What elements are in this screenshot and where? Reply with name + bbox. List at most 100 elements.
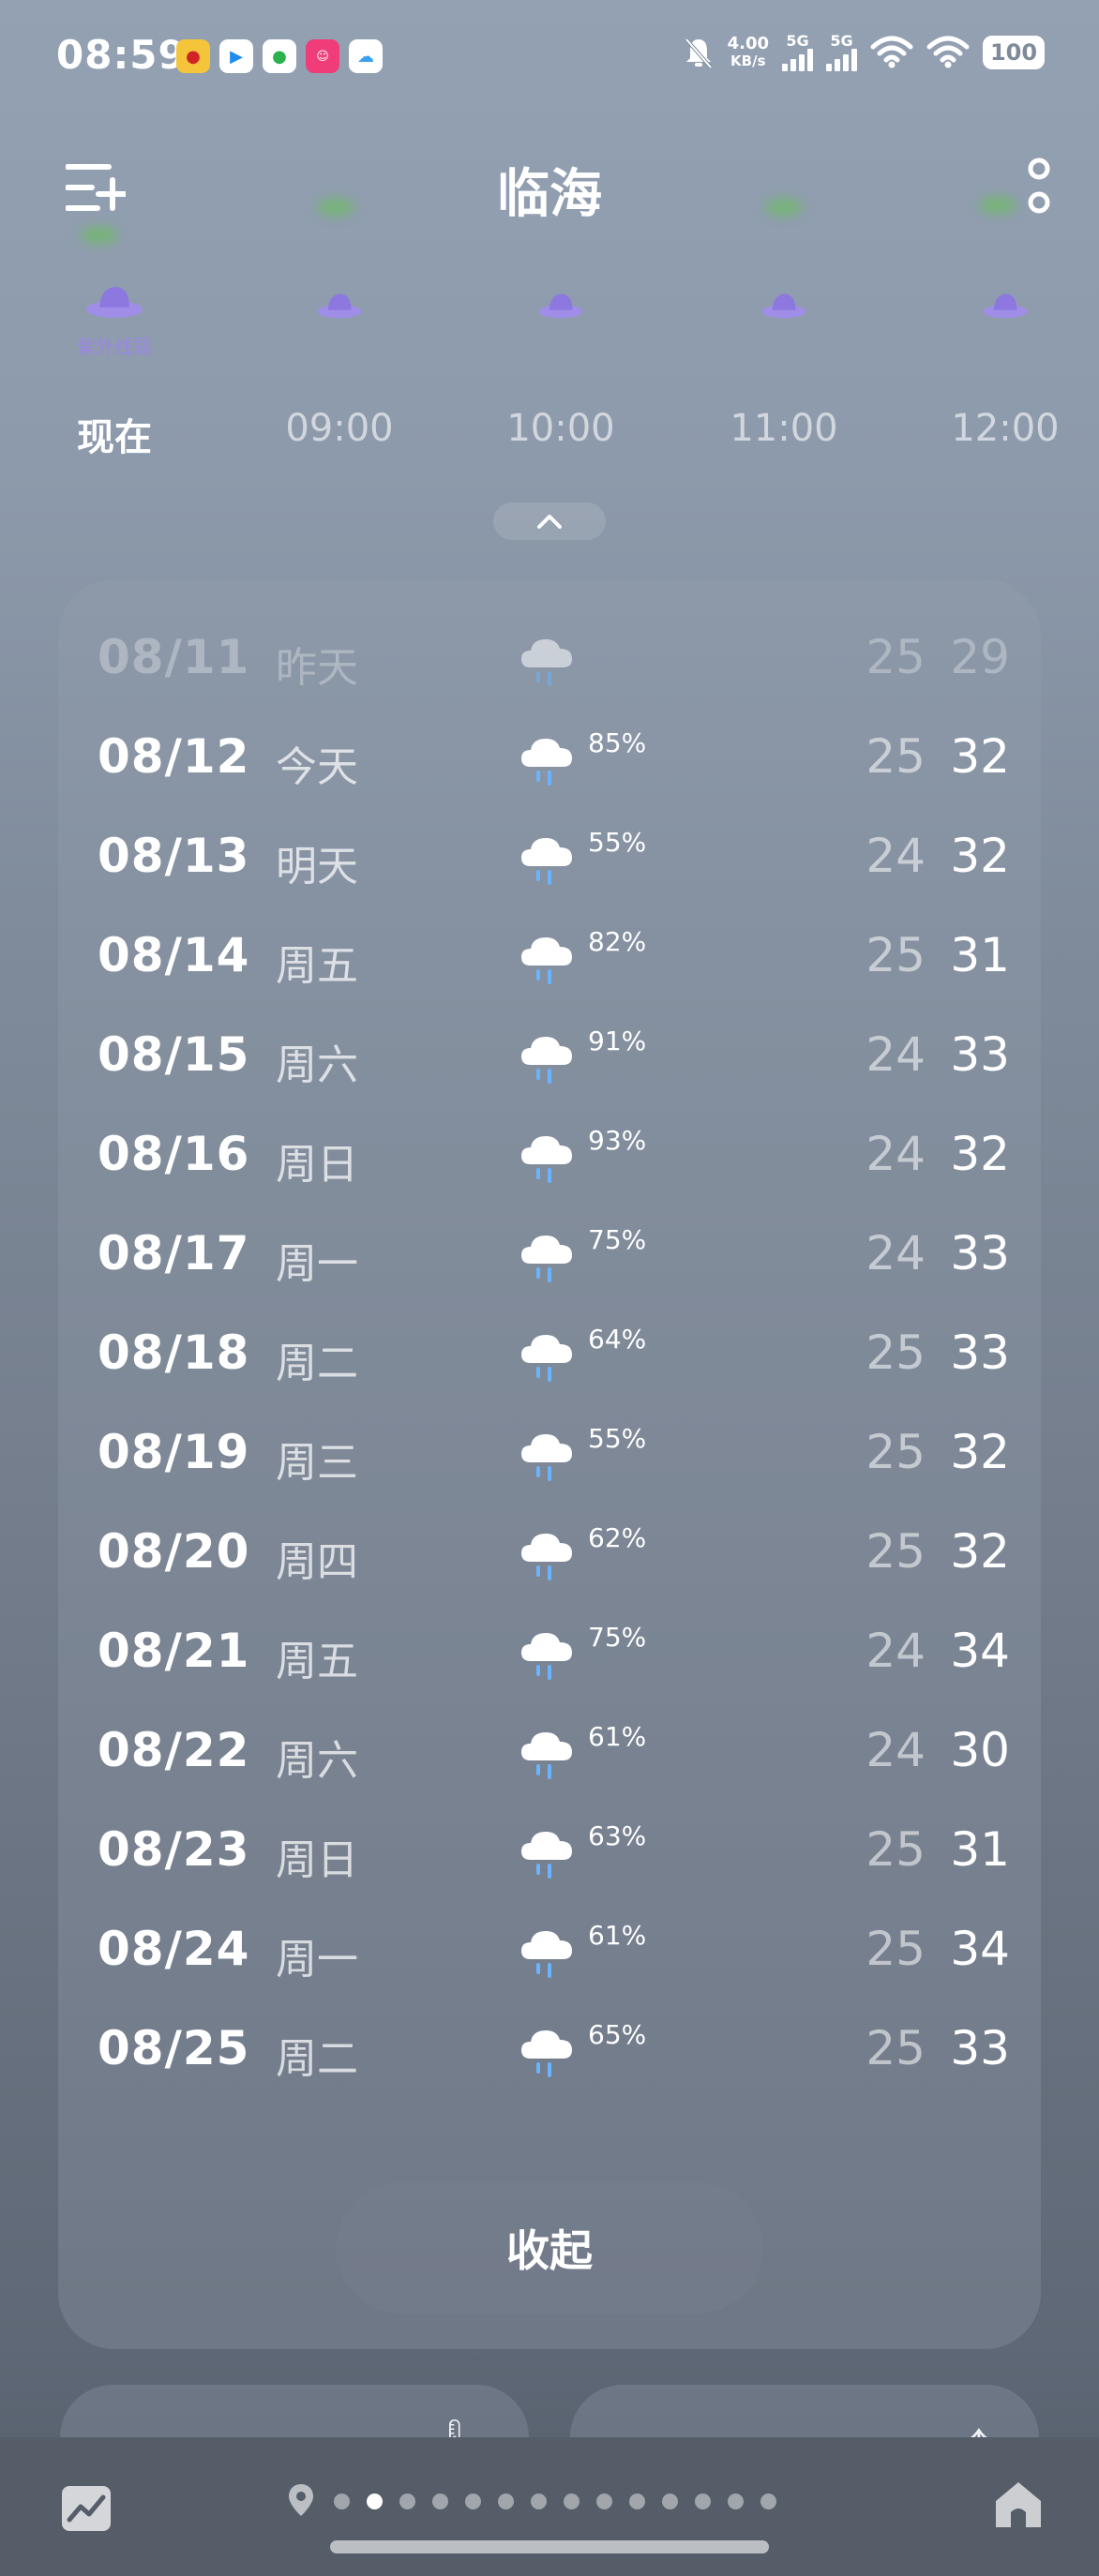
notification-app-icons: ● ▶ ● ☺ ☁ (176, 39, 383, 73)
temp-low: 25 (866, 1822, 926, 1877)
hourly-item (264, 281, 414, 337)
hourly-item (709, 281, 859, 337)
battery-indicator: 100 (983, 36, 1045, 69)
daily-weekday: 周二 (276, 1340, 358, 1387)
daily-weekday: 昨天 (276, 644, 358, 692)
rain-cloud-icon (518, 1526, 578, 1582)
daily-forecast-card: 08/11 昨天 25 29 08/12 今天 85% 25 32 08/13 明天 55% 24 32 0… (58, 579, 1041, 2349)
wechat-icon: ● (263, 39, 296, 73)
rain-cloud-icon (518, 831, 578, 887)
daily-weekday: 周五 (276, 942, 358, 990)
temp-low: 24 (866, 1624, 926, 1678)
daily-row[interactable]: 08/25 周二 65% 25 33 (58, 2000, 1041, 2100)
daily-row[interactable]: 08/16 周日 93% 24 32 (58, 1106, 1041, 1206)
daily-row[interactable]: 08/13 明天 55% 24 32 (58, 808, 1041, 907)
wifi-icon (870, 36, 913, 68)
rain-cloud-icon (518, 1327, 578, 1384)
daily-weekday: 今天 (276, 743, 358, 791)
daily-row[interactable]: 08/18 周二 64% 25 33 (58, 1305, 1041, 1404)
temp-low: 25 (866, 1325, 926, 1380)
app-header: 临海 (0, 141, 1099, 244)
weibo-icon: ● (176, 39, 210, 73)
hourly-forecast[interactable]: 紫外线弱 现在 09:00 10:00 11:00 12:00 (0, 281, 1099, 469)
uv-hat-icon (709, 281, 859, 337)
system-icons: 4.00 KB/s 5G 5G 100 (683, 34, 1045, 71)
temp-high: 34 (950, 1624, 1010, 1678)
daily-date: 08/14 (98, 928, 250, 982)
rain-probability: 75% (588, 1622, 647, 1653)
daily-weekday: 周三 (276, 1439, 358, 1487)
temp-high: 32 (950, 1425, 1010, 1479)
daily-weekday: 周一 (276, 1936, 358, 1984)
daily-row[interactable]: 08/19 周三 55% 25 32 (58, 1404, 1041, 1504)
page-dot[interactable] (531, 2494, 547, 2509)
game-app-icon: ☺ (306, 39, 339, 73)
page-dot[interactable] (760, 2494, 776, 2509)
daily-weekday: 周日 (276, 1836, 358, 1884)
daily-weekday: 周二 (276, 2035, 358, 2083)
collapse-button[interactable]: 收起 (336, 2182, 763, 2314)
page-dot[interactable] (367, 2494, 383, 2509)
temp-low: 24 (866, 1723, 926, 1777)
page-dot[interactable] (596, 2494, 612, 2509)
status-bar: 08:59 ● ▶ ● ☺ ☁ 4.00 KB/s 5G 5G 100 (0, 0, 1099, 112)
page-dot[interactable] (695, 2494, 711, 2509)
page-dot[interactable] (432, 2494, 448, 2509)
rain-probability: 85% (588, 727, 647, 758)
temp-low: 25 (866, 928, 926, 982)
rain-cloud-icon (518, 1924, 578, 1980)
sim1-label: 5G (786, 32, 809, 50)
signal-sim1: 5G (782, 34, 813, 71)
daily-date: 08/22 (98, 1723, 250, 1777)
temp-low: 25 (866, 1425, 926, 1479)
status-time: 08:59 (56, 32, 187, 78)
daily-row[interactable]: 08/23 周日 63% 25 31 (58, 1802, 1041, 1901)
page-dot[interactable] (498, 2494, 514, 2509)
daily-row[interactable]: 08/21 周五 75% 24 34 (58, 1603, 1041, 1702)
collapse-handle[interactable] (493, 502, 606, 540)
temp-low: 25 (866, 630, 926, 684)
daily-row[interactable]: 08/15 周六 91% 24 33 (58, 1007, 1041, 1106)
daily-row[interactable]: 08/17 周一 75% 24 33 (58, 1206, 1041, 1305)
rain-probability: 64% (588, 1324, 647, 1355)
daily-date: 08/15 (98, 1027, 250, 1082)
temp-high: 33 (950, 1027, 1010, 1082)
rain-cloud-icon (518, 1824, 578, 1880)
daily-date: 08/20 (98, 1524, 250, 1579)
temp-low: 25 (866, 2021, 926, 2075)
daily-date: 08/16 (98, 1127, 250, 1181)
page-dot[interactable] (629, 2494, 645, 2509)
page-dot[interactable] (662, 2494, 678, 2509)
temp-high: 33 (950, 2021, 1010, 2075)
daily-date: 08/13 (98, 829, 250, 883)
page-dot[interactable] (728, 2494, 744, 2509)
rain-probability: 82% (588, 926, 647, 957)
hourly-time: 11:00 (730, 407, 838, 450)
daily-date: 08/24 (98, 1922, 250, 1976)
daily-weekday: 周六 (276, 1041, 358, 1089)
bottom-bar (0, 2437, 1099, 2576)
daily-row[interactable]: 08/11 昨天 25 29 (58, 609, 1041, 709)
daily-row[interactable]: 08/22 周六 61% 24 30 (58, 1702, 1041, 1802)
hourly-item: 紫外线弱 (39, 281, 189, 358)
page-dot[interactable] (334, 2494, 350, 2509)
daily-weekday: 周六 (276, 1737, 358, 1785)
daily-date: 08/18 (98, 1325, 250, 1380)
page-dot[interactable] (399, 2494, 415, 2509)
uv-label: 紫外线弱 (77, 336, 152, 358)
daily-row[interactable]: 08/14 周五 82% 25 31 (58, 907, 1041, 1007)
page-dot[interactable] (564, 2494, 580, 2509)
daily-weekday: 明天 (276, 843, 358, 891)
gesture-bar[interactable] (330, 2540, 769, 2554)
daily-row[interactable]: 08/20 周四 62% 25 32 (58, 1504, 1041, 1603)
page-dot[interactable] (465, 2494, 481, 2509)
daily-row[interactable]: 08/24 周一 61% 25 34 (58, 1901, 1041, 2000)
temp-high: 34 (950, 1922, 1010, 1976)
more-options-button[interactable] (1020, 154, 1058, 219)
home-button[interactable] (990, 2477, 1046, 2533)
temp-high: 33 (950, 1226, 1010, 1281)
daily-row[interactable]: 08/12 今天 85% 25 32 (58, 709, 1041, 808)
wifi-icon (926, 36, 970, 68)
rain-cloud-icon (518, 1625, 578, 1682)
trend-chart-button[interactable] (60, 2484, 113, 2533)
